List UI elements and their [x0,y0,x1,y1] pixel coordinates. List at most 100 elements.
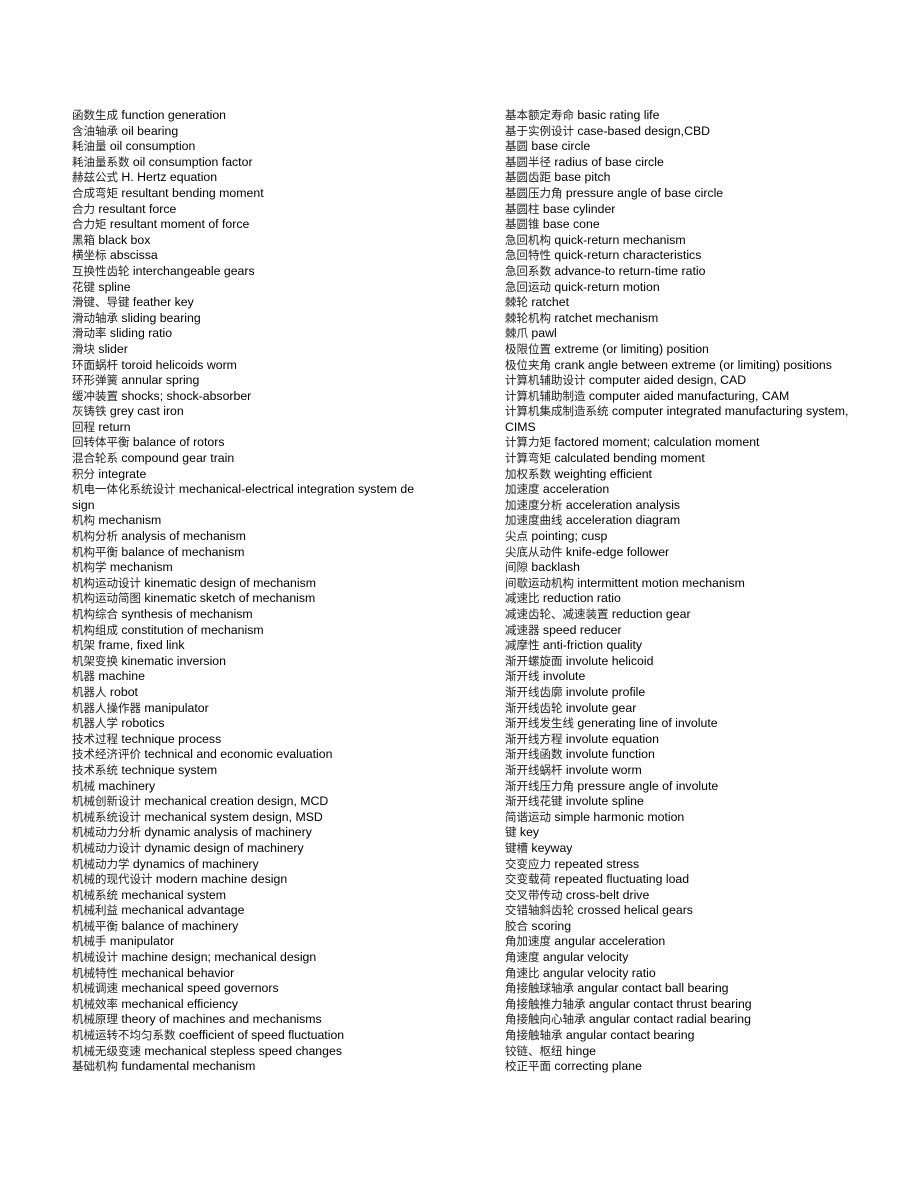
english-term: weighting efficient [554,466,652,481]
glossary-entry: 机器 machine [72,669,420,685]
glossary-entry: 急回特性 quick-return characteristics [505,248,853,264]
glossary-entry: 基圆 base circle [505,139,853,155]
english-term: H. Hertz equation [121,170,218,185]
chinese-term: 基圆齿距 [505,170,551,185]
glossary-entry: 技术经济评价 technical and economic evaluation [72,747,420,763]
chinese-term: 机器人 [72,684,107,699]
english-term: mechanical behavior [121,965,235,980]
chinese-term: 加速度分析 [505,497,563,512]
chinese-term: 回转体平衡 [72,435,130,450]
glossary-entry: 机电一体化系统设计 mechanical-electrical integrat… [72,482,420,513]
chinese-term: 灰铸铁 [72,404,107,419]
chinese-term: 积分 [72,466,95,481]
glossary-entry: 合力矩 resultant moment of force [72,217,420,233]
english-term: kinematic inversion [121,653,226,668]
english-term: acceleration [542,482,610,497]
english-term: grey cast iron [109,404,184,419]
chinese-term: 含油轴承 [72,123,118,138]
glossary-entry: 赫兹公式 H. Hertz equation [72,170,420,186]
chinese-term: 棘爪 [505,326,528,341]
english-term: angular acceleration [554,934,666,949]
chinese-term: 渐开线函数 [505,747,563,762]
english-term: quick-return characteristics [554,248,702,263]
chinese-term: 尖点 [505,529,528,544]
english-term: dynamic analysis of machinery [144,825,312,840]
glossary-column-right: 基本额定寿命 basic rating life 基于实例设计 case-base… [505,108,853,1075]
chinese-term: 加速度 [505,482,540,497]
english-term: mechanical advantage [121,903,245,918]
glossary-entry: 角接触向心轴承 angular contact radial bearing [505,1012,853,1028]
glossary-entry: 机械运转不均匀系数 coefficient of speed fluctuati… [72,1028,420,1044]
chinese-term: 键槽 [505,840,528,855]
chinese-term: 减速器 [505,622,540,637]
chinese-term: 机械利益 [72,903,118,918]
english-term: analysis of mechanism [121,529,246,544]
chinese-term: 基础机构 [72,1059,118,1074]
english-term: generating line of involute [577,716,718,731]
glossary-entry: 基圆齿距 base pitch [505,170,853,186]
chinese-term: 间歇运动机构 [505,575,574,590]
chinese-term: 机械调速 [72,981,118,996]
glossary-entry: 键 key [505,825,853,841]
chinese-term: 渐开线齿轮 [505,700,563,715]
english-term: constitution of mechanism [121,622,264,637]
english-term: scoring [531,918,572,933]
english-term: robotics [121,716,165,731]
english-term: function generation [121,108,227,122]
chinese-term: 机构学 [72,560,107,575]
english-term: mechanical system design, MSD [144,809,323,824]
english-term: feather key [132,295,194,310]
chinese-term: 机械系统设计 [72,809,141,824]
english-term: cross-belt drive [565,887,650,902]
chinese-term: 合力矩 [72,217,107,232]
english-term: resultant bending moment [121,185,264,200]
glossary-entry: 回转体平衡 balance of rotors [72,435,420,451]
glossary-entry: 缓冲装置 shocks; shock-absorber [72,389,420,405]
glossary-entry: 机器人 robot [72,685,420,701]
english-term: sliding bearing [121,310,201,325]
glossary-entry: 机械动力学 dynamics of machinery [72,857,420,873]
glossary-entry: 渐开线方程 involute equation [505,732,853,748]
english-term: intermittent motion mechanism [577,575,745,590]
glossary-entry: 角速度 angular velocity [505,950,853,966]
chinese-term: 计算机辅助制造 [505,388,586,403]
chinese-term: 减速齿轮、减速装置 [505,607,609,621]
english-term: reduction ratio [542,591,621,606]
english-term: factored moment; calculation moment [554,435,760,450]
english-term: frame, fixed link [98,638,185,653]
english-term: base circle [531,139,591,154]
english-term: involute helicoid [565,653,654,668]
glossary-entry: 机械特性 mechanical behavior [72,966,420,982]
english-term: slider [98,341,128,356]
glossary-entry: 渐开线蜗杆 involute worm [505,763,853,779]
glossary-entry: 机架 frame, fixed link [72,638,420,654]
glossary-entry: 机械利益 mechanical advantage [72,903,420,919]
english-term: involute profile [565,684,646,699]
glossary-entry: 基圆压力角 pressure angle of base circle [505,186,853,202]
chinese-term: 减速比 [505,591,540,606]
english-term: sliding ratio [109,326,173,341]
chinese-term: 合成弯矩 [72,185,118,200]
glossary-entry: 棘轮机构 ratchet mechanism [505,311,853,327]
chinese-term: 铰链、枢纽 [505,1043,563,1058]
glossary-entry: 机械动力分析 dynamic analysis of machinery [72,825,420,841]
chinese-term: 机构运动简图 [72,591,141,606]
chinese-term: 尖底从动件 [505,544,563,559]
glossary-entry: 角接触轴承 angular contact bearing [505,1028,853,1044]
english-term: return [98,419,131,434]
glossary-entry: 机械原理 theory of machines and mechanisms [72,1012,420,1028]
glossary-entry: 机构 mechanism [72,513,420,529]
glossary-entry: 合力 resultant force [72,202,420,218]
glossary-entry: 渐开线 involute [505,669,853,685]
chinese-term: 滑动轴承 [72,310,118,325]
glossary-entry: 减速器 speed reducer [505,623,853,639]
english-term: angular contact thrust bearing [588,996,752,1011]
chinese-term: 交错轴斜齿轮 [505,903,574,918]
english-term: interchangeable gears [132,263,255,278]
chinese-term: 机械动力设计 [72,840,141,855]
glossary-entry: 环面蜗杆 toroid helicoids worm [72,358,420,374]
glossary-entry: 积分 integrate [72,467,420,483]
chinese-term: 技术经济评价 [72,747,141,762]
english-term: oil bearing [121,123,179,138]
english-term: quick-return mechanism [554,232,686,247]
